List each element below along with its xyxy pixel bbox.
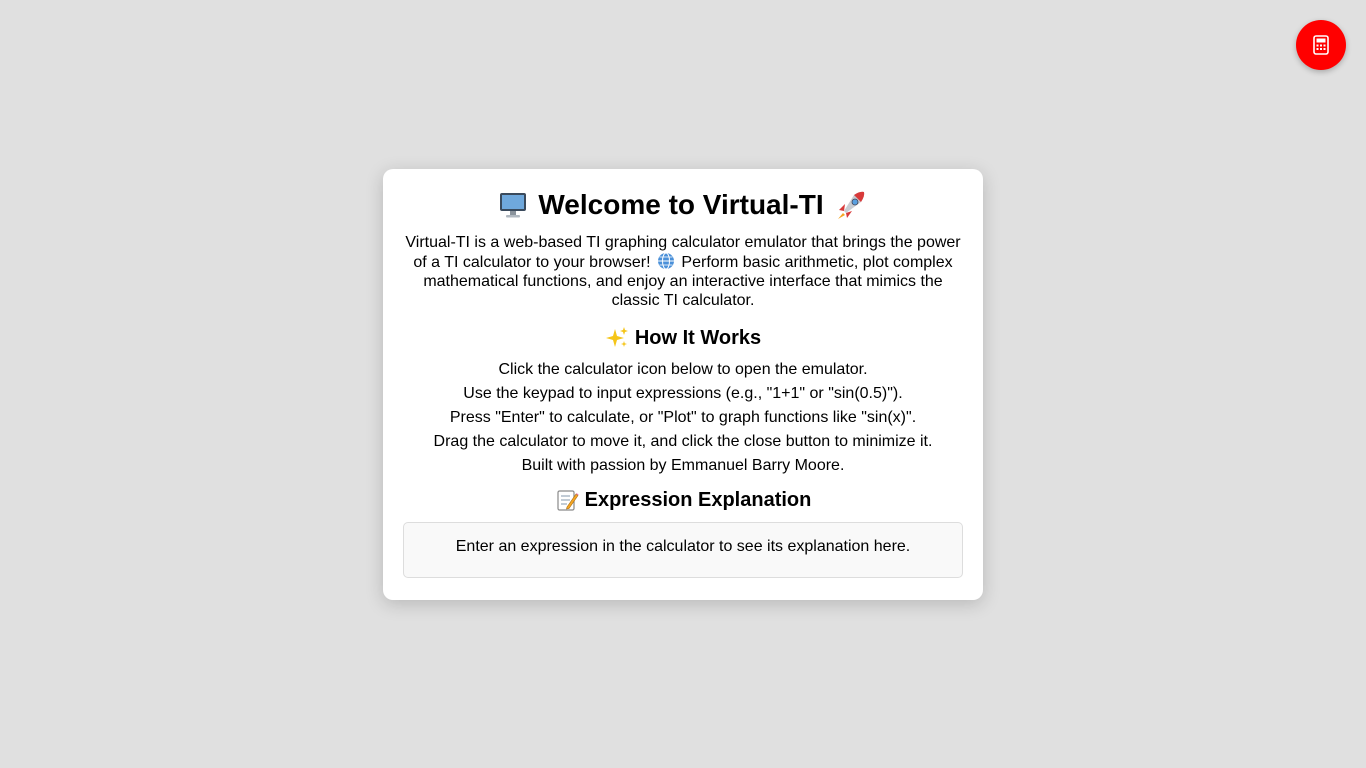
how-it-works-heading: How It Works <box>403 324 963 352</box>
list-item: Press "Enter" to calculate, or "Plot" to… <box>449 409 917 426</box>
how-it-works-title: How It Works <box>634 327 762 349</box>
expression-explanation-heading: Expression Explanation <box>403 486 963 514</box>
list-item: Drag the calculator to move it, and clic… <box>433 433 933 450</box>
rocket-icon <box>837 191 864 219</box>
expression-explanation-title: Expression Explanation <box>584 489 812 511</box>
sparkles-icon <box>605 327 628 347</box>
desktop-computer-icon <box>500 193 527 218</box>
memo-icon <box>557 490 579 511</box>
list-item: Built with passion by Emmanuel Barry Moo… <box>521 457 845 474</box>
calculator-icon <box>1313 35 1329 55</box>
globe-icon <box>657 252 674 270</box>
page-title-text: Welcome to Virtual-TI <box>538 189 824 220</box>
how-it-works-list: Click the calculator icon below to open … <box>403 358 963 478</box>
list-item: Click the calculator icon below to open … <box>498 361 868 378</box>
page-title: Welcome to Virtual-TI <box>403 187 963 223</box>
open-calculator-button[interactable] <box>1296 20 1346 70</box>
intro-paragraph: Virtual-TI is a web-based TI graphing ca… <box>403 233 963 310</box>
list-item: Use the keypad to input expressions (e.g… <box>463 385 903 402</box>
expression-explanation-text: Enter an expression in the calculator to… <box>455 538 911 555</box>
expression-explanation-box: Enter an expression in the calculator to… <box>403 522 963 578</box>
welcome-card: Welcome to Virtual-TI Virtual-TI is a we… <box>383 169 983 600</box>
